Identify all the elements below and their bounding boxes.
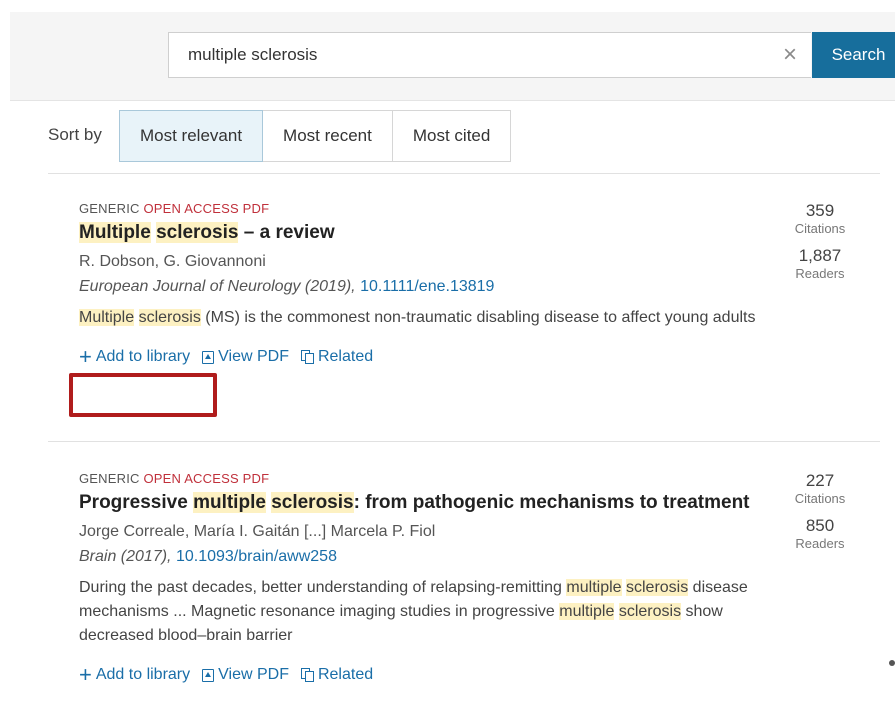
journal-name: European Journal of Neurology (2019), [79,278,356,295]
add-to-library-label: Add to library [95,348,191,365]
search-button[interactable]: Search [812,32,895,78]
sort-most-cited-button[interactable]: Most cited [391,110,512,162]
result-journal: European Journal of Neurology (2019), 10… [79,278,879,296]
related-icon [300,668,314,682]
doi-link[interactable]: 10.1093/brain/aww258 [176,548,337,565]
result-actions: + Add to library View PDF Related [79,344,879,369]
abstract-highlight: sclerosis [618,603,682,620]
related-icon [300,350,314,364]
abstract-highlight: multiple [559,603,615,620]
add-to-library-label: Add to library [95,666,191,683]
add-to-library-button[interactable]: + Add to library [79,344,191,369]
abstract-highlight: multiple [566,579,622,596]
abstract-highlight: Multiple [79,309,135,326]
citations-count: 359 [805,201,835,220]
abstract-text [134,309,138,326]
doi-link[interactable]: 10.1111/ene.13819 [360,278,494,295]
readers-label: Readers [795,536,845,551]
sort-most-relevant-button[interactable]: Most relevant [119,110,264,162]
result-badges: GENERIC OPEN ACCESS PDF [79,201,879,216]
citations-label: Citations [794,491,846,506]
citations-label: Citations [794,221,846,236]
view-pdf-label: View PDF [218,348,289,365]
journal-name: Brain (2017), [79,548,172,565]
view-pdf-button[interactable]: View PDF [202,666,289,684]
title-highlight: sclerosis [156,222,239,243]
result-title[interactable]: Progressive multiple sclerosis: from pat… [79,492,879,514]
readers-label: Readers [795,266,845,281]
add-to-library-button[interactable]: + Add to library [79,662,191,687]
readers-count: 850 [805,516,835,535]
abstract-text: During the past decades, better understa… [79,579,567,596]
sort-label: Sort by [48,125,102,144]
related-label: Related [317,348,374,365]
abstract-text: (MS) is the commonest non-traumatic disa… [200,309,756,326]
citations-count: 227 [805,471,835,490]
abstract-highlight: sclerosis [138,309,201,326]
pdf-icon [202,350,215,364]
divider [48,173,880,174]
clear-search-icon[interactable]: × [770,32,810,78]
badge-pdf: PDF [242,201,270,216]
plus-icon: + [79,344,92,369]
view-pdf-label: View PDF [218,666,289,683]
scroll-indicator [889,660,895,666]
search-bar: multiple sclerosis × Search [10,12,895,101]
result-metrics: 359 Citations 1,887 Readers [770,201,870,281]
result-card: GENERIC OPEN ACCESS PDF Progressive mult… [79,471,879,687]
title-highlight: sclerosis [271,492,354,513]
view-pdf-button[interactable]: View PDF [202,348,289,366]
sort-options: Most relevant Most recent Most cited [119,110,512,162]
divider [48,441,880,442]
title-text: Progressive [79,492,194,513]
sort-most-recent-button[interactable]: Most recent [262,110,393,162]
title-highlight: Multiple [79,222,151,243]
result-abstract: During the past decades, better understa… [79,576,769,648]
result-card: GENERIC OPEN ACCESS PDF Multiple scleros… [79,201,879,369]
search-input[interactable]: multiple sclerosis [168,32,811,78]
related-button[interactable]: Related [300,666,374,684]
title-highlight: multiple [193,492,266,513]
abstract-highlight: sclerosis [626,579,689,596]
readers-count: 1,887 [798,246,842,265]
result-journal: Brain (2017), 10.1093/brain/aww258 [79,548,879,566]
badge-type: GENERIC [79,471,140,486]
result-title[interactable]: Multiple sclerosis – a review [79,222,879,244]
result-authors: Jorge Correale, María I. Gaitán [...] Ma… [79,523,436,540]
result-actions: + Add to library View PDF Related [79,662,879,687]
result-authors: R. Dobson, G. Giovannoni [79,253,266,270]
annotation-highlight-box [69,373,217,417]
badge-open-access: OPEN ACCESS [143,201,239,216]
result-badges: GENERIC OPEN ACCESS PDF [79,471,879,486]
result-metrics: 227 Citations 850 Readers [770,471,870,551]
badge-pdf: PDF [242,471,270,486]
title-text: : from pathogenic mechanisms to treatmen… [353,492,750,513]
badge-type: GENERIC [79,201,140,216]
title-text: – a review [238,222,335,243]
badge-open-access: OPEN ACCESS [143,471,239,486]
result-abstract: Multiple sclerosis (MS) is the commonest… [79,306,769,330]
related-label: Related [317,666,374,683]
related-button[interactable]: Related [300,348,374,366]
plus-icon: + [79,662,92,687]
pdf-icon [202,668,215,682]
